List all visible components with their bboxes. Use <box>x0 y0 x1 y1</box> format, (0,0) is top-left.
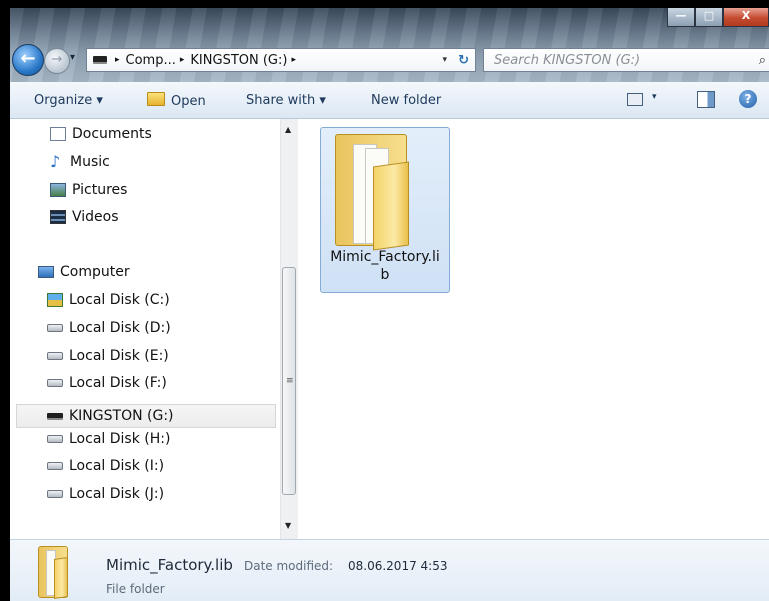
nav-pane-scrollbar[interactable]: ▲ ≡ ▼ <box>280 119 298 539</box>
nav-item-label: Local Disk (F:) <box>69 375 167 391</box>
open-label: Open <box>171 93 206 109</box>
usb-drive-icon <box>93 56 107 64</box>
recent-pages-dropdown[interactable]: ▾ <box>70 52 75 63</box>
details-pane: Mimic_Factory.lib Date modified: 08.06.2… <box>10 539 769 601</box>
hard-drive-icon <box>47 435 63 443</box>
forward-button[interactable]: → <box>44 48 70 74</box>
search-input[interactable]: Search KINGSTON (G:) <box>494 53 640 68</box>
system-drive-icon <box>47 293 63 307</box>
navigation-pane: Documents Music Pictures Videos Computer… <box>10 119 300 539</box>
nav-item-pictures[interactable]: Pictures <box>50 178 127 202</box>
details-item-name: Mimic_Factory.lib <box>106 556 233 574</box>
breadcrumb-computer[interactable]: Comp... <box>126 53 176 68</box>
share-with-button[interactable]: Share with ▾ <box>246 93 326 108</box>
view-options-dropdown[interactable]: ▾ <box>652 92 657 102</box>
change-view-icon[interactable] <box>627 93 643 106</box>
back-button[interactable]: ← <box>12 44 44 76</box>
scroll-up-arrow-icon[interactable]: ▲ <box>285 125 291 134</box>
scroll-down-arrow-icon[interactable]: ▼ <box>285 521 291 530</box>
nav-item-videos[interactable]: Videos <box>50 205 119 229</box>
refresh-icon[interactable]: ↻ <box>458 53 469 68</box>
breadcrumb-kingston[interactable]: KINGSTON (G:) <box>190 53 287 68</box>
date-modified-value: 08.06.2017 4:53 <box>348 559 448 573</box>
nav-item-kingston-g[interactable]: KINGSTON (G:) <box>16 404 276 428</box>
nav-item-local-disk-e[interactable]: Local Disk (E:) <box>47 344 169 368</box>
nav-item-label: Local Disk (I:) <box>69 458 165 474</box>
close-button[interactable]: X <box>723 8 769 27</box>
address-bar[interactable]: ▸ Comp... ▸ KINGSTON (G:) ▸ ▾ ↻ <box>86 48 476 72</box>
hard-drive-icon <box>47 352 63 360</box>
magnifier-icon[interactable]: ⌕ <box>759 53 766 68</box>
computer-icon <box>38 266 54 278</box>
nav-item-label: Videos <box>72 209 119 225</box>
videos-icon <box>50 210 66 224</box>
large-folder-icon <box>335 134 409 251</box>
nav-item-label: Local Disk (E:) <box>69 348 169 364</box>
details-folder-icon <box>38 546 68 599</box>
music-icon <box>50 155 64 169</box>
nav-item-label: Local Disk (C:) <box>69 292 170 308</box>
command-bar: Organize ▾ Open Share with ▾ New folder … <box>10 82 769 119</box>
search-box[interactable]: Search KINGSTON (G:) ⌕ <box>483 48 769 72</box>
nav-item-label: Documents <box>72 126 152 142</box>
breadcrumb-separator[interactable]: ▸ <box>180 55 185 65</box>
nav-item-documents[interactable]: Documents <box>50 122 152 146</box>
nav-item-label: Pictures <box>72 182 128 198</box>
folder-name-label: Mimic_Factory.li b <box>330 249 440 283</box>
nav-item-local-disk-c[interactable]: Local Disk (C:) <box>47 288 170 312</box>
hard-drive-icon <box>47 490 63 498</box>
address-dropdown-icon[interactable]: ▾ <box>442 55 447 65</box>
item-type-label: File folder <box>106 582 165 596</box>
usb-drive-icon <box>47 412 63 420</box>
breadcrumb-separator[interactable]: ▸ <box>115 55 120 65</box>
explorer-window: — □ X ← → ▾ ▸ Comp... ▸ KINGSTON (G:) ▸ … <box>10 8 769 601</box>
nav-item-label: Computer <box>60 264 130 280</box>
documents-icon <box>50 127 66 141</box>
maximize-button[interactable]: □ <box>695 8 723 27</box>
title-address-area: — □ X ← → ▾ ▸ Comp... ▸ KINGSTON (G:) ▸ … <box>10 8 769 82</box>
nav-item-label: Music <box>70 154 110 170</box>
nav-item-local-disk-j[interactable]: Local Disk (J:) <box>47 482 164 506</box>
hard-drive-icon <box>47 462 63 470</box>
nav-item-local-disk-h[interactable]: Local Disk (H:) <box>47 427 170 451</box>
open-button[interactable]: Open <box>147 91 206 109</box>
hard-drive-icon <box>47 324 63 332</box>
caption-buttons: — □ X <box>667 8 769 28</box>
nav-item-music[interactable]: Music <box>50 150 110 174</box>
nav-item-local-disk-i[interactable]: Local Disk (I:) <box>47 454 164 478</box>
minimize-button[interactable]: — <box>667 8 695 27</box>
nav-item-label: Local Disk (D:) <box>69 320 171 336</box>
hard-drive-icon <box>47 379 63 387</box>
nav-item-local-disk-f[interactable]: Local Disk (F:) <box>47 371 167 395</box>
scrollbar-thumb[interactable]: ≡ <box>282 267 296 495</box>
breadcrumb-separator[interactable]: ▸ <box>291 55 296 65</box>
nav-item-computer[interactable]: Computer <box>38 260 130 284</box>
preview-pane-icon[interactable] <box>697 91 715 108</box>
new-folder-button[interactable]: New folder <box>371 93 441 108</box>
organize-button[interactable]: Organize ▾ <box>34 93 103 108</box>
date-modified-label: Date modified: <box>244 559 334 573</box>
help-icon[interactable]: ? <box>739 90 757 108</box>
nav-item-label: KINGSTON (G:) <box>69 408 174 424</box>
nav-item-label: Local Disk (J:) <box>69 486 165 502</box>
nav-item-local-disk-d[interactable]: Local Disk (D:) <box>47 316 171 340</box>
scrollbar-grip-icon: ≡ <box>286 376 294 386</box>
pictures-icon <box>50 183 66 197</box>
nav-item-label: Local Disk (H:) <box>69 431 171 447</box>
open-folder-icon <box>147 91 165 106</box>
